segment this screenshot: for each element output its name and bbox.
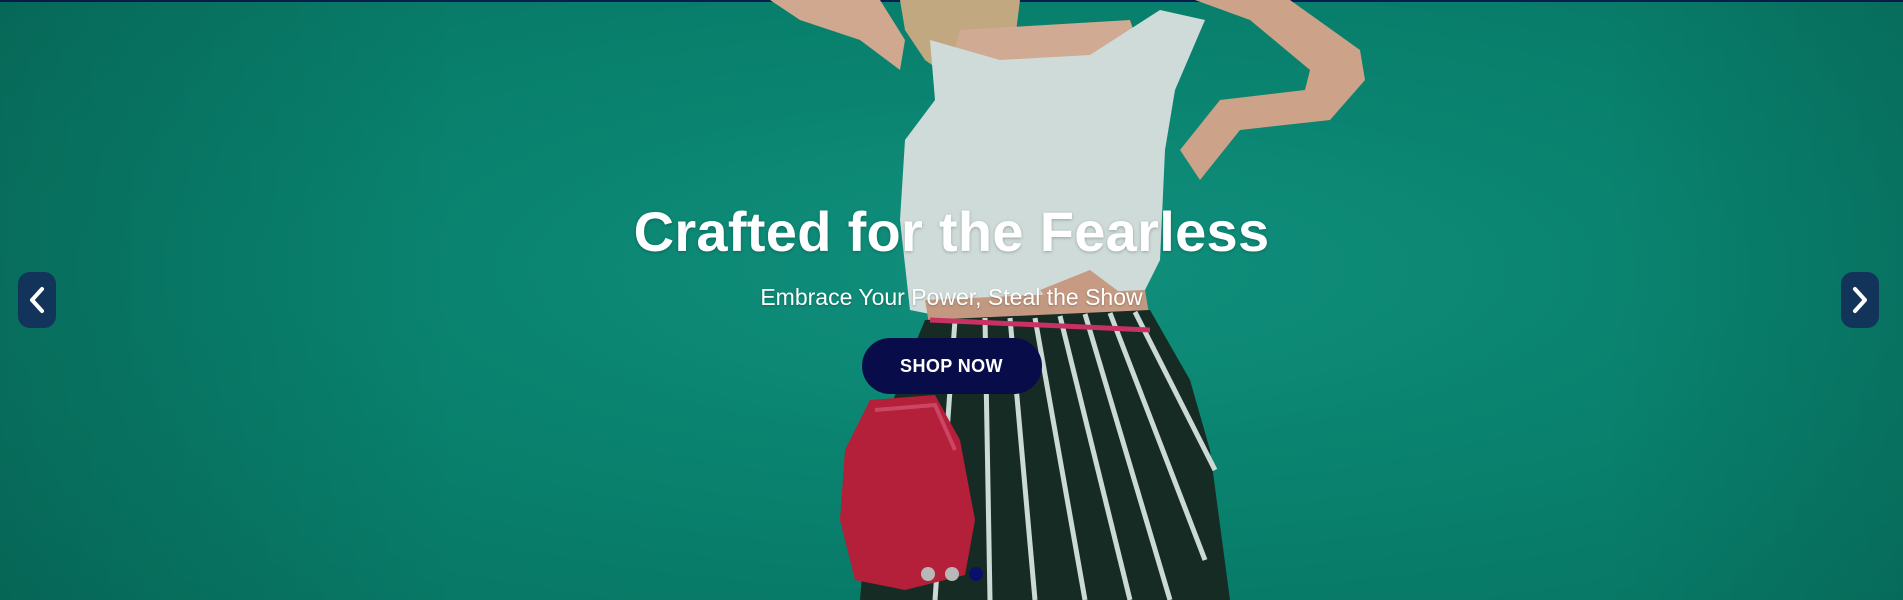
carousel-indicator-dot[interactable] <box>968 567 983 581</box>
slide-heading: Crafted for the Fearless <box>633 200 1270 263</box>
slide-subheading: Embrace Your Power, Steal the Show <box>760 284 1143 310</box>
shop-now-button[interactable]: SHOP NOW <box>861 338 1042 394</box>
carousel-indicator-dot[interactable] <box>920 567 935 581</box>
carousel-indicator-dot[interactable] <box>944 567 959 581</box>
hero-carousel: Crafted for the Fearless Embrace Your Po… <box>0 0 1903 600</box>
chevron-right-icon <box>1849 285 1871 315</box>
carousel-next-button[interactable] <box>1841 272 1879 328</box>
carousel-indicators <box>0 567 1903 581</box>
slide-caption: Crafted for the Fearless Embrace Your Po… <box>0 196 1903 394</box>
carousel-prev-button[interactable] <box>18 272 56 328</box>
chevron-left-icon <box>26 285 48 315</box>
